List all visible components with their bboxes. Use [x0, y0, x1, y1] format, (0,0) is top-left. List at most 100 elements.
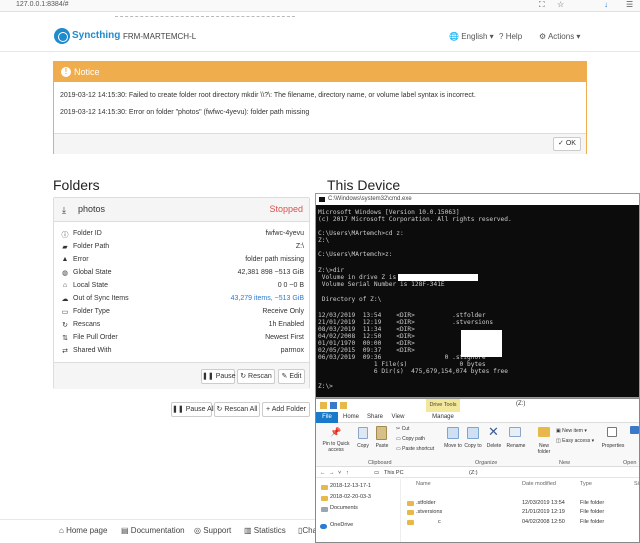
share-icon: ⇄	[62, 348, 68, 355]
rescan-button[interactable]: ↻ Rescan	[237, 369, 275, 384]
file-row[interactable]: .stfolder 12/03/2019 13:54 File folder	[402, 500, 639, 509]
cmd-line: Volume Serial Number is 128F-341E	[318, 281, 445, 288]
move-to-button[interactable]: Move to	[444, 443, 462, 449]
cmd-line: 08/03/2019 11:34 <DIR>	[318, 326, 415, 333]
column-header-date[interactable]: Date modified	[522, 481, 556, 487]
back-arrow-icon[interactable]: ←	[320, 468, 326, 478]
folder-row-error: ▲ Error folder path missing	[61, 256, 304, 263]
shortcut-icon: ▭	[396, 446, 401, 452]
breadcrumb-this-pc[interactable]: This PC	[384, 468, 404, 478]
rename-button[interactable]: Rename	[506, 443, 526, 449]
home-icon: ⌂	[62, 282, 68, 289]
notice-title: Notice	[74, 67, 100, 77]
folder-icon	[407, 501, 414, 506]
explorer-titlebar[interactable]: Drive Tools (Z:)	[316, 399, 639, 412]
edit-button[interactable]: ✎ Edit	[278, 369, 305, 384]
up-arrow-icon[interactable]: ↑	[346, 468, 349, 478]
download-icon[interactable]: ↓	[604, 0, 608, 9]
pause-all-button[interactable]: ❚❚ Pause All	[171, 402, 215, 417]
forward-arrow-icon[interactable]: →	[329, 468, 335, 478]
folder-state: Stopped	[269, 204, 303, 214]
paste-button[interactable]: Paste	[372, 443, 392, 449]
cmd-titlebar[interactable]: C:\Windows\system32\cmd.exe	[316, 194, 639, 205]
copy-path-icon: ▭	[396, 436, 401, 442]
folder-row-type: ▭ Folder Type Receive Only	[61, 308, 304, 316]
tab-view[interactable]: View	[388, 412, 408, 423]
easy-access-button[interactable]: ◫ Easy access ▾	[556, 438, 594, 444]
copy-to-button[interactable]: Copy to	[464, 443, 482, 449]
column-header-type[interactable]: Type	[580, 481, 592, 487]
actions-dropdown[interactable]: ⚙ Actions ▾	[539, 32, 580, 41]
breadcrumb-drive[interactable]: (Z:)	[469, 468, 478, 478]
properties-button[interactable]: Properties	[600, 443, 626, 449]
folder-row-global-state: ◍ Global State 42,381 898 ~513 GiB	[61, 269, 304, 277]
cut-button[interactable]: ✂ Cut	[396, 426, 409, 432]
out-of-sync-link[interactable]: 43,279 items, ~513 GiB	[231, 295, 304, 302]
folder-row-rescans: ↻ Rescans 1h Enabled	[60, 321, 304, 334]
tab-share[interactable]: Share	[364, 412, 386, 423]
tab-file[interactable]: File	[316, 412, 338, 423]
file-row[interactable]: .stversions 21/01/2019 12:19 File folder	[402, 509, 639, 518]
reader-view-icon[interactable]: ⛶	[539, 0, 545, 10]
nav-item[interactable]: 2018-02-20-03-3	[330, 494, 371, 500]
folder-icon	[321, 496, 328, 501]
cmd-line: (c) 2017 Microsoft Corporation. All righ…	[318, 216, 512, 223]
notice-footer: ✓ OK	[54, 133, 586, 154]
folder-icon	[321, 485, 328, 490]
pin-quick-access-button[interactable]: Pin to Quick access	[320, 441, 352, 453]
folder-icon	[407, 520, 414, 525]
sort-icon: ⇅	[62, 335, 68, 342]
copy-path-button[interactable]: ▭ Copy path	[396, 436, 425, 442]
notice-panel: ! Notice 2019-03-12 14:15:30: Failed to …	[53, 61, 587, 154]
explorer-address-bar[interactable]: ← → ˅ ↑ ▭ This PC (Z:)	[316, 468, 639, 478]
tab-home[interactable]: Home	[340, 412, 362, 423]
chart-icon: ▥	[244, 526, 252, 535]
footer-docs-link[interactable]: ▤ Documentation	[121, 526, 185, 535]
cmd-line: 1 File(s) 0 bytes	[318, 361, 486, 368]
cmd-line: 02/05/2015 09:37 <DIR>	[318, 347, 415, 354]
footer-support-link[interactable]: ◎ Support	[194, 526, 231, 535]
column-header-size[interactable]: Si	[634, 481, 639, 487]
new-folder-button[interactable]: New folder	[534, 443, 554, 455]
notice-message: 2019-03-12 14:15:30: Failed to create fo…	[60, 92, 476, 99]
folder-row-out-of-sync: ☁ Out of Sync Items 43,279 items, ~513 G…	[61, 295, 305, 303]
folder-header[interactable]: ⤓ photos Stopped	[54, 198, 309, 222]
pause-button[interactable]: ❚❚ Pause	[201, 369, 236, 384]
footer-home-link[interactable]: ⌂ Home page	[59, 526, 107, 535]
rescan-all-button[interactable]: ↻ Rescan All	[214, 402, 260, 417]
cmd-line: 01/01/1970 00:00 <DIR>	[318, 340, 415, 347]
ok-button[interactable]: ✓ OK	[553, 137, 581, 151]
copy-button[interactable]: Copy	[354, 443, 372, 449]
tab-manage[interactable]: Manage	[426, 412, 460, 423]
footer-statistics-link[interactable]: ▥ Statistics	[244, 526, 286, 535]
nav-item[interactable]: Documents	[330, 505, 358, 511]
column-header-name[interactable]: Name	[416, 481, 431, 487]
recent-dropdown-icon[interactable]: ˅	[338, 468, 341, 478]
properties-icon[interactable]	[330, 402, 337, 409]
nav-item[interactable]: 2018-12-13-17-1	[330, 483, 371, 489]
add-folder-button[interactable]: + Add Folder	[262, 402, 310, 417]
folder-button-bar: ❚❚ Pause ↻ Rescan ✎ Edit	[54, 362, 309, 389]
pause-icon: ❚❚	[202, 373, 214, 380]
gear-icon: ⚙	[539, 32, 547, 41]
help-link[interactable]: ? Help	[499, 32, 522, 41]
browser-menu-icon[interactable]: ☰	[626, 0, 633, 9]
nav-item[interactable]: OneDrive	[330, 522, 353, 528]
warning-icon: ▲	[61, 256, 69, 263]
new-item-button[interactable]: ▣ New item ▾	[556, 428, 587, 434]
language-dropdown[interactable]: 🌐 English ▾	[449, 32, 494, 41]
cmd-window[interactable]: C:\Windows\system32\cmd.exe Microsoft Wi…	[315, 193, 640, 398]
paste-shortcut-button[interactable]: ▭ Paste shortcut	[396, 446, 434, 452]
star-icon[interactable]: ☆	[557, 0, 564, 9]
url-text[interactable]: 127.0.0.1:8384/#	[16, 1, 69, 8]
pin-icon: 📌	[330, 427, 342, 437]
folder-panel-photos: ⤓ photos Stopped ⓘ Folder ID fwfwc-4yevu…	[53, 197, 310, 389]
ribbon-group-label: Open	[623, 460, 637, 466]
new-item-icon: ▣	[556, 428, 561, 434]
new-folder-icon[interactable]	[340, 402, 347, 409]
file-explorer-window[interactable]: Drive Tools (Z:) File Home Share View Ma…	[315, 398, 640, 543]
delete-button[interactable]: Delete	[484, 443, 504, 449]
explorer-title: (Z:)	[516, 401, 526, 407]
file-row[interactable]: c 04/02/2008 12:50 File folder	[402, 519, 639, 528]
folder-icon	[320, 402, 327, 409]
